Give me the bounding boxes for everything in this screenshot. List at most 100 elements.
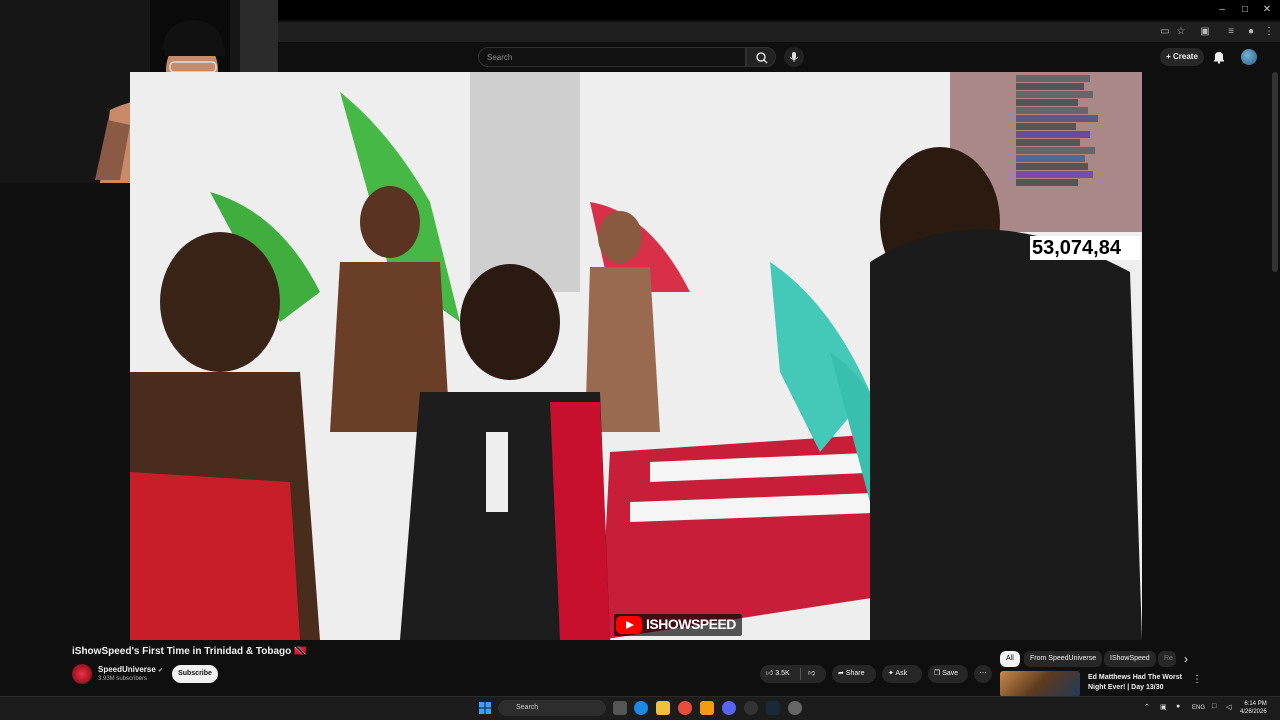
ask-label: Ask [895,670,908,677]
thumbs-up-icon: 👍︎ [766,670,774,677]
chat-line [1016,75,1091,82]
minimize-button[interactable]: – [1215,3,1229,17]
file-explorer-icon[interactable] [656,701,670,715]
thumbs-down-icon: 👎︎ [808,670,816,677]
like-button[interactable]: 👍︎ 3.5K [766,665,790,683]
video-title: iShowSpeed's First Time in Trinidad & To… [72,646,307,657]
subscribe-button[interactable]: Subscribe [172,665,218,683]
search-placeholder: Search [487,53,513,62]
app-icon[interactable] [700,701,714,715]
plus-icon: + [1166,52,1173,61]
taskbar-search[interactable]: Search [498,700,606,716]
account-avatar[interactable] [1241,49,1257,65]
chat-line [1016,107,1088,114]
ask-button[interactable]: ✦ Ask [882,665,922,683]
create-label: Create [1173,52,1198,61]
video-player[interactable] [130,72,1142,640]
youtube-header [276,42,1280,72]
chip-related[interactable]: Re [1158,651,1176,667]
downloads-icon[interactable]: ≡ [1224,25,1238,39]
create-button[interactable]: + Create [1160,48,1204,66]
stream-chat-overlay [1016,74,1140,224]
recommended-menu-icon[interactable]: ⋮ [1192,674,1202,685]
taskbar-search-placeholder: Search [516,704,539,711]
chat-line [1016,179,1078,186]
subscriber-count: 3.93M subscribers [98,676,148,682]
steam-icon[interactable] [766,701,780,715]
chat-line [1016,83,1085,90]
volume-icon[interactable]: ◁ [1226,703,1231,711]
chip-ishowspeed[interactable]: IShowSpeed [1104,651,1156,667]
share-label: Share [845,670,865,677]
share-icon: ➦ [838,670,846,677]
mic-tray-icon[interactable]: ● [1176,703,1180,710]
close-button[interactable]: ✕ [1260,3,1274,17]
dislike-button[interactable]: 👎︎ [808,665,815,683]
voice-search-button[interactable] [784,47,804,67]
channel-name-text: SpeedUniverse [98,665,156,674]
like-count: 3.5K [775,670,790,677]
watermark-text: ISHOWSPEED [646,616,736,632]
channel-avatar[interactable] [72,664,92,684]
obs-icon[interactable] [744,701,758,715]
youtube-logo-icon [616,616,642,634]
chat-line [1016,131,1091,138]
language-indicator[interactable]: ENG [1192,705,1205,711]
right-page-background [1142,72,1280,640]
discord-icon[interactable] [722,701,736,715]
save-label: Save [942,670,959,677]
edge-icon[interactable] [634,701,648,715]
recommended-thumbnail[interactable] [1000,671,1080,697]
share-button[interactable]: ➦ Share [832,665,876,683]
chat-line [1016,139,1081,146]
verified-icon: ✔ [158,668,164,674]
chip-all[interactable]: All [1000,651,1020,667]
taskbar-clock[interactable]: 6:14 PM 4/26/2026 [1240,700,1267,716]
chat-line [1016,123,1076,130]
video-frame [130,72,1142,640]
search-icon [756,52,768,64]
chips-next-arrow-icon[interactable]: › [1184,652,1188,666]
tray-app-icon[interactable]: ▣ [1160,703,1167,711]
settings-icon[interactable] [788,701,802,715]
viewer-counter: 53,074,84 [1030,236,1140,260]
page-scrollbar[interactable] [1272,72,1278,272]
chrome-icon[interactable] [678,701,692,715]
chat-line [1016,91,1093,98]
clock-time: 6:14 PM [1244,701,1267,707]
chat-line [1016,99,1078,106]
chat-line [1016,147,1096,154]
save-button[interactable]: ❐ Save [928,665,968,683]
browser-menu-icon[interactable]: ⋮ [1262,25,1276,39]
extensions-icon[interactable]: ▣ [1198,25,1212,39]
clock-date: 4/26/2026 [1240,709,1267,715]
channel-name[interactable]: SpeedUniverse ✔ [98,665,163,674]
tray-expand-icon[interactable]: ⌃ [1144,703,1150,711]
task-view-icon[interactable] [613,701,627,715]
channel-watermark: ISHOWSPEED [614,614,742,636]
windows-logo-icon [479,702,491,714]
recommended-title[interactable]: Ed Matthews Had The Worst Night Ever! | … [1088,673,1184,693]
pill-divider [800,668,801,680]
notifications-button[interactable] [1212,50,1226,64]
search-input[interactable]: Search [478,47,746,67]
start-button[interactable] [478,701,492,715]
browser-toolbar: ▭ ☆ ▣ ≡ ● ⋮ [276,22,1280,42]
bookmark-star-icon[interactable]: ☆ [1174,25,1188,39]
chat-line [1016,115,1098,122]
more-actions-button[interactable]: ⋯ [974,665,992,683]
network-icon[interactable]: □ [1212,703,1216,710]
chat-line [1016,171,1093,178]
bell-icon [1214,52,1224,64]
mic-icon [789,52,799,62]
like-dislike-group: 👍︎ 3.5K 👎︎ [760,665,826,683]
profile-icon[interactable]: ● [1244,25,1258,39]
chip-from-speeduniverse[interactable]: From SpeedUniverse [1024,651,1103,667]
cast-icon[interactable]: ▭ [1158,25,1172,39]
save-icon: ❐ [934,670,943,677]
search-button[interactable] [746,47,776,67]
maximize-button[interactable]: □ [1238,3,1252,17]
chat-line [1016,163,1088,170]
left-page-background [0,183,130,640]
chat-line [1016,155,1086,162]
